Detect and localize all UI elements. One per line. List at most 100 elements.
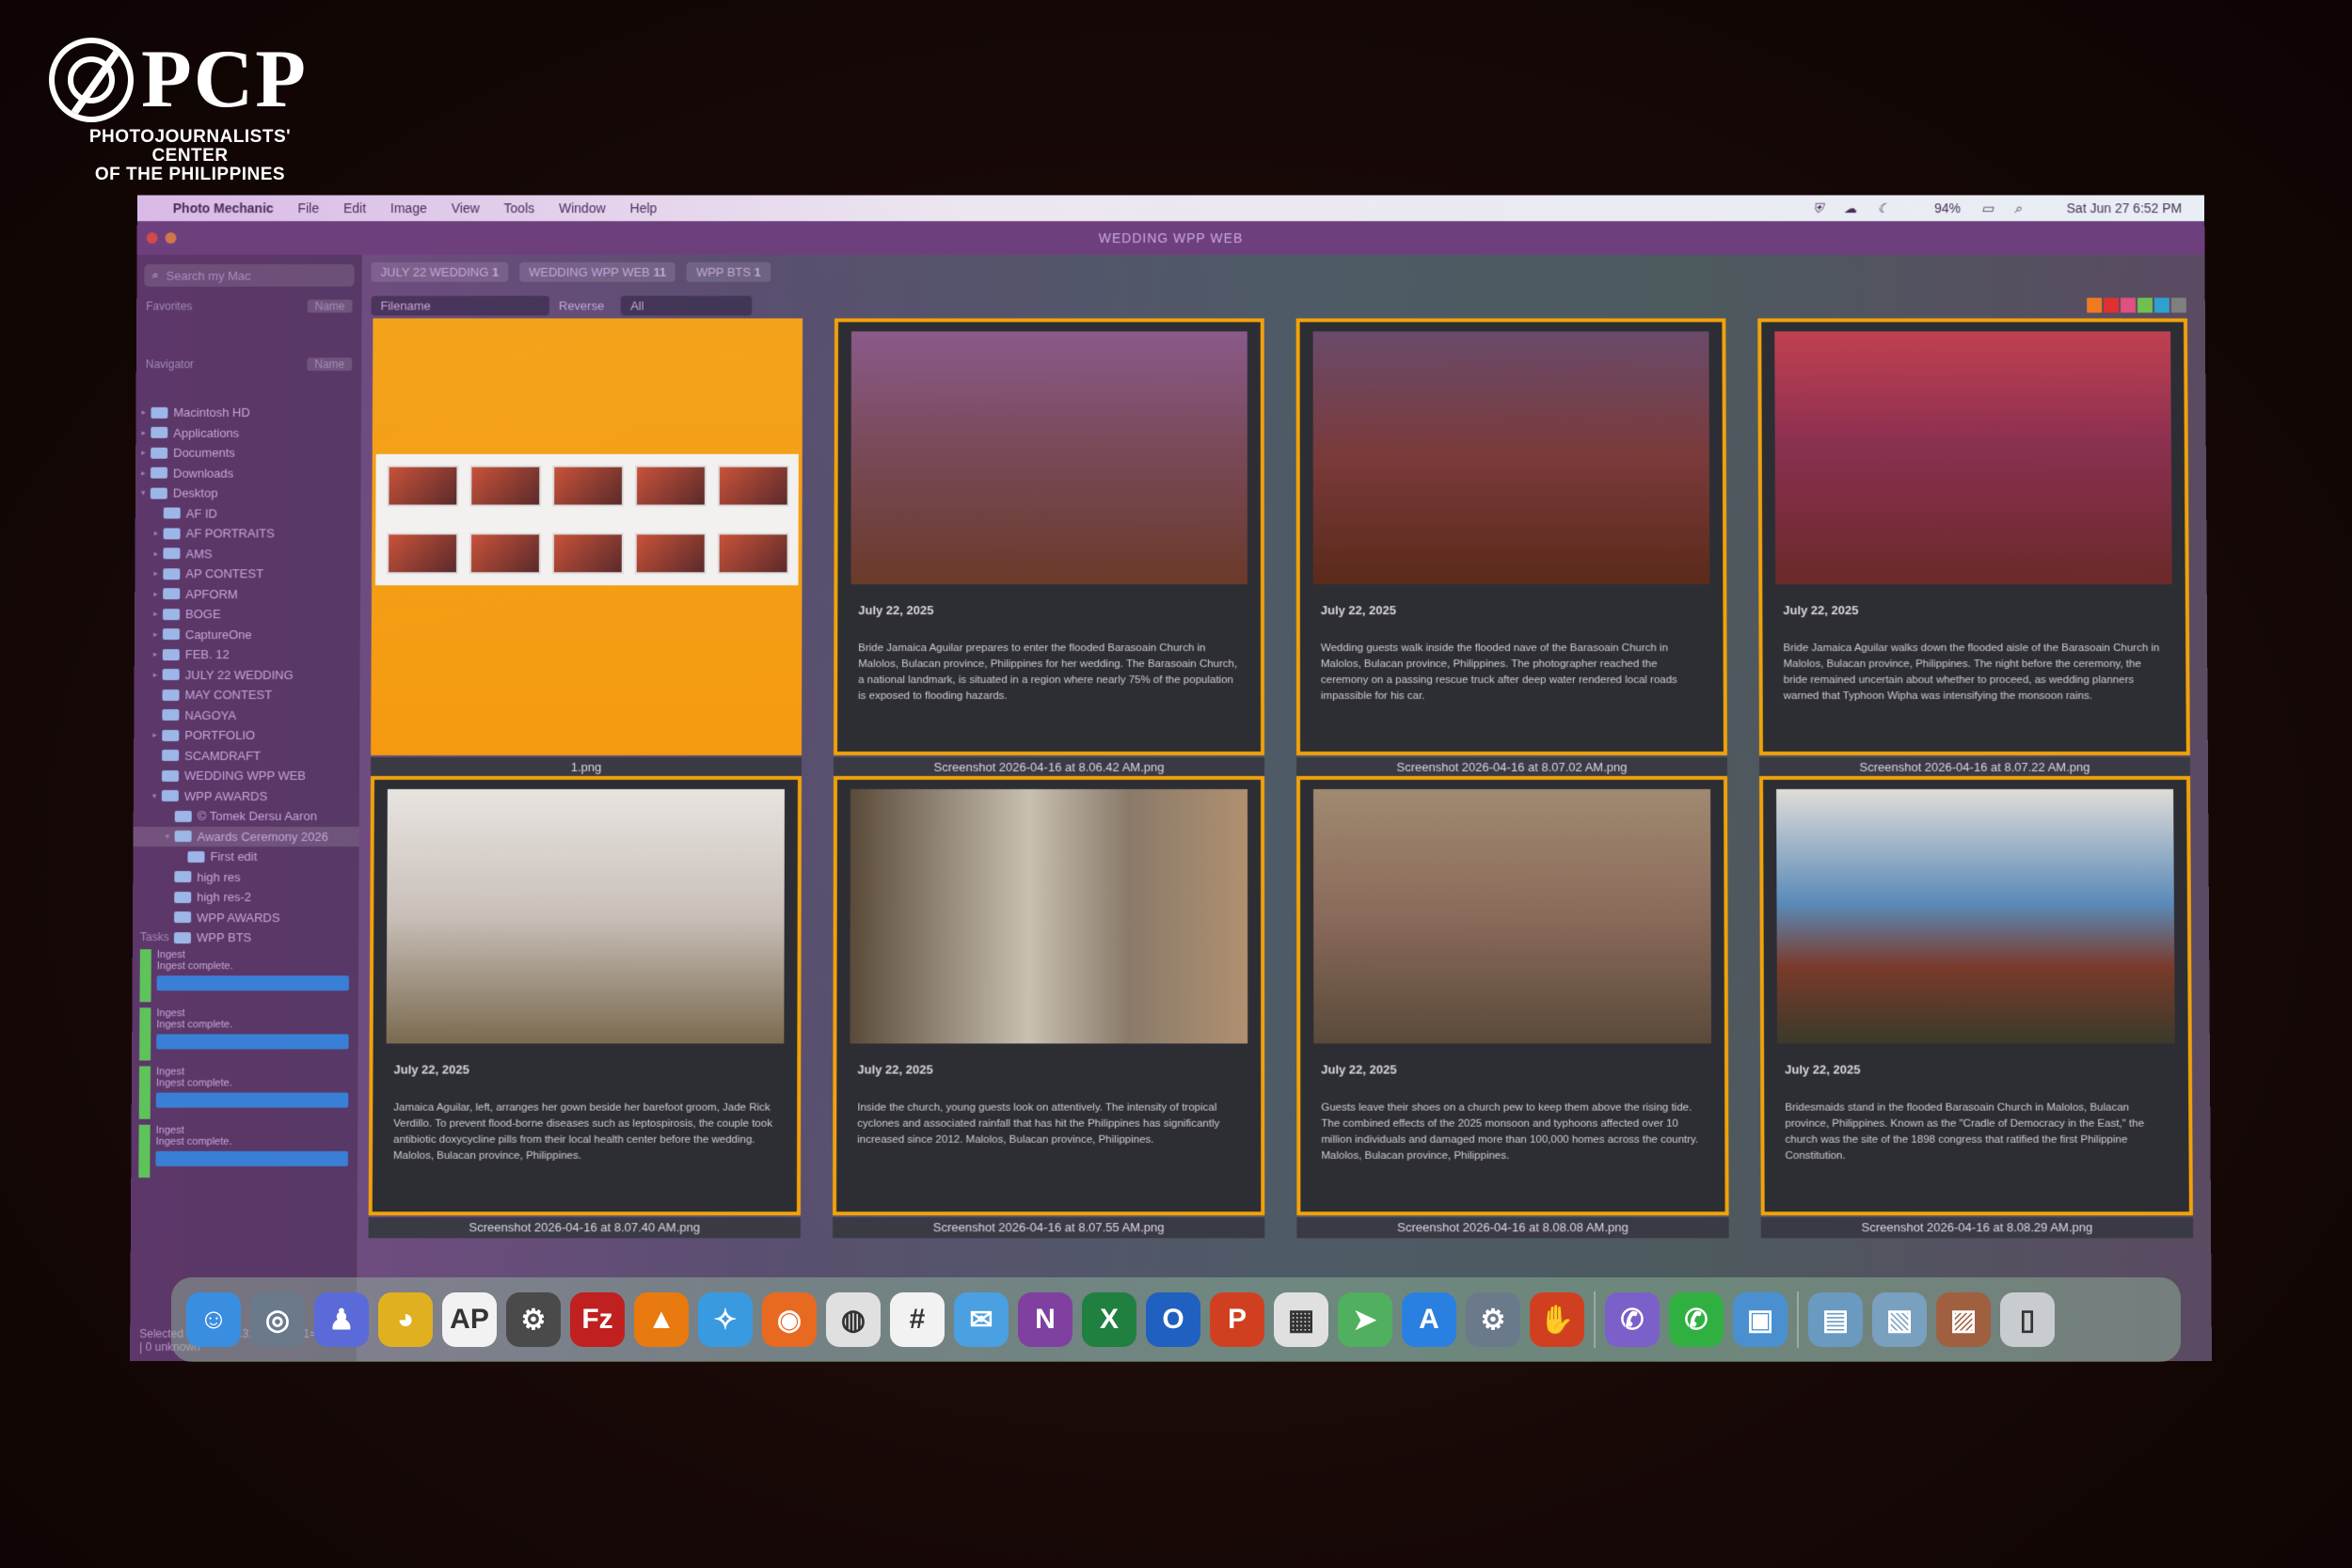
folder-tree-item[interactable]: ▸ AP CONTEST — [135, 563, 360, 583]
tab-2[interactable]: WEDDING WPP WEB 11 — [519, 261, 676, 282]
sort-select[interactable]: Filename — [371, 295, 549, 315]
folder-tree-item[interactable]: © Tomek Dersu Aaron — [134, 806, 359, 827]
preview-icon[interactable]: ▣ — [1733, 1292, 1788, 1347]
folder-tree-item[interactable]: First edit — [133, 847, 358, 867]
safari-icon[interactable]: ✧ — [698, 1292, 753, 1347]
folder-tree-item[interactable]: ▸ APFORM — [135, 584, 360, 604]
folder-tree-item[interactable]: ▸ BOGE — [135, 604, 360, 624]
disclosure-triangle-icon[interactable]: ▸ — [153, 670, 163, 680]
mail-icon[interactable]: ✉ — [954, 1292, 1009, 1347]
thumbnail-cell[interactable]: July 22, 2025 Inside the church, young g… — [832, 776, 1265, 1239]
thumbnail-cell[interactable]: 1.png — [370, 318, 803, 778]
maps-icon[interactable]: ➤ — [1338, 1292, 1392, 1347]
folder-tree-item[interactable]: ▸ CaptureOne — [135, 625, 360, 644]
disclosure-triangle-icon[interactable]: ▾ — [166, 832, 175, 842]
cyberduck-icon[interactable]: ◕ — [378, 1292, 433, 1347]
powerpoint-icon[interactable]: P — [1210, 1292, 1264, 1347]
battery-icon[interactable]: ▭ — [1981, 200, 1994, 216]
folder-tree-item[interactable]: WPP AWARDS — [133, 908, 358, 928]
favorites-sort-button[interactable]: Name — [307, 299, 353, 313]
disclosure-triangle-icon[interactable]: ▸ — [141, 407, 151, 418]
disclosure-triangle-icon[interactable]: ▾ — [152, 791, 162, 801]
thumbnail-cell[interactable]: July 22, 2025 Jamaica Aguilar, left, arr… — [368, 776, 802, 1239]
downloads-folder-icon[interactable]: ▤ — [1808, 1292, 1863, 1347]
folder-tree-item[interactable]: ▸ AF PORTRAITS — [135, 523, 361, 543]
battery-percentage[interactable]: 94% — [1934, 200, 1961, 215]
vlc-icon[interactable]: ▲ — [634, 1292, 689, 1347]
slack-icon[interactable]: # — [890, 1292, 945, 1347]
folder-tree-item[interactable]: ▾ WPP AWARDS — [134, 785, 359, 806]
folder-tree-item[interactable]: SCAMDRAFT — [134, 746, 359, 766]
sidebar-search[interactable]: ⌕ Search my Mac — [144, 263, 355, 287]
menu-tools[interactable]: Tools — [504, 200, 535, 215]
folder-tree-item[interactable]: ▸ JULY 22 WEDDING — [135, 665, 360, 685]
menu-app-name[interactable]: Photo Mechanic — [173, 200, 274, 215]
app-store-icon[interactable]: A — [1402, 1292, 1456, 1347]
disclosure-triangle-icon[interactable]: ▸ — [141, 448, 151, 458]
ap-icon[interactable]: AP — [442, 1292, 497, 1347]
firefox-icon[interactable]: ◉ — [762, 1292, 817, 1347]
photos-folder-icon[interactable]: ▧ — [1872, 1292, 1927, 1347]
close-window-button[interactable] — [146, 232, 158, 244]
folder-tree-item[interactable]: ▸ AMS — [135, 544, 360, 563]
folder-tree-item[interactable]: ▸ PORTFOLIO — [134, 725, 359, 745]
filter-select[interactable]: All — [621, 295, 753, 315]
menu-window[interactable]: Window — [559, 200, 606, 215]
disclosure-triangle-icon[interactable]: ▸ — [153, 548, 163, 559]
onenote-icon[interactable]: N — [1018, 1292, 1073, 1347]
reverse-checkbox[interactable]: Reverse — [559, 298, 604, 312]
menu-file[interactable]: File — [298, 200, 320, 215]
filezilla-icon[interactable]: Fz — [570, 1292, 625, 1347]
disclosure-triangle-icon[interactable]: ▸ — [153, 569, 163, 579]
thumbnail-cell[interactable]: July 22, 2025 Bride Jamaica Aguilar prep… — [833, 318, 1265, 778]
excel-icon[interactable]: X — [1082, 1292, 1136, 1347]
disclosure-triangle-icon[interactable]: ▸ — [141, 428, 151, 438]
folder-tree-item[interactable]: ▸ Applications — [135, 422, 361, 442]
folder-tree-item[interactable]: high res — [133, 867, 358, 888]
folder-tree-item[interactable]: WEDDING WPP WEB — [134, 766, 359, 785]
disclosure-triangle-icon[interactable]: ▸ — [153, 589, 163, 599]
settings-gear-icon[interactable]: ⚙ — [506, 1292, 561, 1347]
disclosure-triangle-icon[interactable]: ▸ — [153, 609, 163, 619]
teams-icon[interactable]: ♟ — [314, 1292, 369, 1347]
moon-icon[interactable]: ☾ — [1878, 200, 1890, 216]
navigator-sort-button[interactable]: Name — [307, 357, 353, 372]
chrome-icon[interactable]: ◍ — [826, 1292, 881, 1347]
outlook-icon[interactable]: O — [1146, 1292, 1200, 1347]
finder-icon[interactable]: ☺ — [186, 1292, 241, 1347]
folder-tree-item[interactable]: ▸ Documents — [135, 443, 361, 463]
folder-tree-item[interactable]: NAGOYA — [134, 705, 359, 725]
disclosure-triangle-icon[interactable]: ▸ — [141, 467, 151, 478]
disclosure-triangle-icon[interactable]: ▸ — [153, 629, 163, 640]
disclosure-triangle-icon[interactable]: ▸ — [154, 529, 164, 539]
disclosure-triangle-icon[interactable]: ▸ — [152, 730, 162, 740]
image-stack-icon[interactable]: ▨ — [1936, 1292, 1991, 1347]
shield-icon[interactable]: ⛨ — [1813, 200, 1823, 216]
folder-tree-item[interactable]: MAY CONTEST — [134, 685, 359, 705]
menu-edit[interactable]: Edit — [343, 200, 366, 215]
launchpad-icon[interactable]: ▦ — [1274, 1292, 1328, 1347]
thumbnail-cell[interactable]: July 22, 2025 Bride Jamaica Aguilar walk… — [1757, 318, 2191, 778]
photo-mechanic-icon[interactable]: ✋ — [1530, 1292, 1584, 1347]
folder-tree-item[interactable]: AF ID — [135, 503, 361, 523]
wifi-icon[interactable]: ☁ — [1844, 200, 1857, 216]
trash-icon[interactable]: ▯ — [2000, 1292, 2055, 1347]
tab-3[interactable]: WPP BTS 1 — [686, 261, 771, 282]
folder-tree-item[interactable]: ▾ Desktop — [135, 483, 361, 503]
viber-icon[interactable]: ✆ — [1605, 1292, 1660, 1347]
folder-tree-item[interactable]: ▸ Macintosh HD — [135, 403, 361, 422]
menu-image[interactable]: Image — [390, 200, 427, 215]
whatsapp-icon[interactable]: ✆ — [1669, 1292, 1724, 1347]
disclosure-triangle-icon[interactable]: ▾ — [141, 488, 151, 499]
tab-1[interactable]: JULY 22 WEDDING 1 — [371, 261, 509, 282]
folder-tree-item[interactable]: ▸ FEB. 12 — [135, 644, 360, 664]
menu-help[interactable]: Help — [630, 200, 658, 215]
folder-tree-item[interactable]: ▾ Awards Ceremony 2026 — [133, 826, 359, 847]
thumbnail-cell[interactable]: July 22, 2025 Guests leave their shoes o… — [1296, 776, 1729, 1239]
color-class-swatches[interactable] — [2087, 297, 2186, 313]
menu-view[interactable]: View — [452, 200, 480, 215]
minimize-window-button[interactable] — [165, 232, 177, 244]
thumbnail-cell[interactable]: July 22, 2025 Wedding guests walk inside… — [1295, 318, 1728, 778]
system-settings-icon[interactable]: ⚙ — [1466, 1292, 1520, 1347]
disclosure-triangle-icon[interactable]: ▸ — [153, 649, 163, 659]
